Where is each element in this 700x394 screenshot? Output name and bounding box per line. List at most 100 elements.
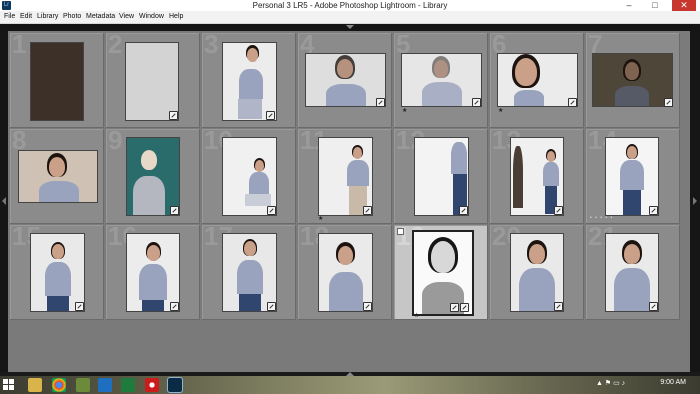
grid-cell[interactable]: 10	[202, 125, 296, 224]
expand-top-panel-icon[interactable]	[346, 25, 354, 29]
grid-cell[interactable]: 8	[10, 125, 104, 224]
left-panel-toggle[interactable]	[0, 31, 8, 372]
cell-index: 3	[204, 29, 219, 59]
menu-photo[interactable]: Photo	[63, 11, 81, 23]
grid-cell[interactable]: 3	[202, 29, 296, 128]
cell-index: 2	[108, 29, 123, 59]
photo-thumbnail[interactable]	[401, 53, 482, 107]
edit-badge-icon[interactable]	[363, 302, 372, 311]
windows-taskbar: ▲ ⚑ ▭ ♪ 9:00 AM	[0, 376, 700, 394]
grid-cell[interactable]: 12	[394, 125, 488, 224]
grid-cell[interactable]: 11 ★	[298, 125, 392, 224]
menu-view[interactable]: View	[119, 11, 134, 23]
grid-cell[interactable]: 14 • • • • •	[586, 125, 680, 224]
menu-help[interactable]: Help	[169, 11, 183, 23]
grid-cell[interactable]: 7	[586, 29, 680, 128]
grid-cell[interactable]: 21	[586, 221, 680, 320]
photo-thumbnail[interactable]	[30, 42, 84, 121]
edit-badge-icon[interactable]	[472, 98, 481, 107]
cell-index: 9	[108, 125, 123, 155]
app-icon[interactable]	[76, 378, 90, 392]
expand-left-panel-icon[interactable]	[2, 197, 6, 205]
photo-thumbnail[interactable]	[18, 150, 98, 203]
grid-cell[interactable]: 5 ★	[394, 29, 488, 128]
grid-cell[interactable]: 20	[490, 221, 584, 320]
library-grid: 1 2 3 4 5 ★ 6 ★ 7 8 9 10 11 ★ 12 13 14 •…	[8, 29, 690, 321]
photo-thumbnail[interactable]	[318, 137, 373, 216]
photo-thumbnail[interactable]	[497, 53, 578, 107]
minimize-button[interactable]: –	[617, 0, 641, 11]
grid-cell[interactable]: 18	[298, 221, 392, 320]
photo-thumbnail[interactable]	[305, 53, 386, 107]
photo-thumbnail[interactable]	[222, 42, 277, 121]
photo-thumbnail[interactable]	[592, 53, 673, 107]
lightroom-taskbar-icon[interactable]	[167, 377, 183, 393]
rating-star-icon[interactable]: ★	[414, 312, 419, 319]
edit-badge-icon[interactable]	[554, 302, 563, 311]
photo-thumbnail[interactable]	[510, 233, 564, 312]
grid-cell-selected[interactable]: 19 ★	[394, 221, 488, 320]
windows-start-icon[interactable]	[3, 379, 15, 391]
grid-cell[interactable]: 13	[490, 125, 584, 224]
grid-cell[interactable]: 17	[202, 221, 296, 320]
maximize-button[interactable]: □	[643, 0, 667, 11]
chrome-icon[interactable]	[52, 378, 66, 392]
edit-badge-icon[interactable]	[554, 206, 563, 215]
edit-badge-icon[interactable]	[266, 111, 275, 120]
photo-thumbnail[interactable]	[125, 42, 179, 121]
grid-empty-area	[8, 321, 690, 372]
edit-badge-icon[interactable]	[450, 303, 459, 312]
right-panel-toggle[interactable]	[690, 31, 700, 372]
menu-metadata[interactable]: Metadata	[86, 11, 115, 23]
grid-cell[interactable]: 16	[106, 221, 200, 320]
edit-badge-icon[interactable]	[267, 206, 276, 215]
edit-badge-icon[interactable]	[376, 98, 385, 107]
edit-badge-icon[interactable]	[459, 206, 468, 215]
edit-badge-icon[interactable]	[75, 302, 84, 311]
grid-cell[interactable]: 1	[10, 29, 104, 128]
rating-star-icon[interactable]: ★	[498, 107, 503, 114]
photo-thumbnail[interactable]	[414, 137, 469, 216]
cell-index: 1	[12, 29, 27, 59]
outlook-icon[interactable]	[98, 378, 112, 392]
grid-cell[interactable]: 4	[298, 29, 392, 128]
photo-thumbnail[interactable]	[126, 137, 180, 216]
photo-thumbnail[interactable]	[126, 233, 180, 312]
menu-library[interactable]: Library	[37, 11, 58, 23]
menu-window[interactable]: Window	[139, 11, 164, 23]
grid-cell[interactable]: 6 ★	[490, 29, 584, 128]
rating-star-icon[interactable]: ★	[402, 107, 407, 114]
window-title: Personal 3 LR5 - Adobe Photoshop Lightro…	[252, 1, 448, 10]
grid-cell[interactable]: 2	[106, 29, 200, 128]
selection-checkbox[interactable]	[397, 228, 404, 235]
expand-right-panel-icon[interactable]	[693, 197, 697, 205]
photo-thumbnail[interactable]	[30, 233, 85, 312]
opera-icon[interactable]	[145, 378, 159, 392]
edit-badge-icon[interactable]	[649, 302, 658, 311]
close-button[interactable]: ✕	[672, 0, 696, 11]
edit-badge-icon[interactable]	[664, 98, 673, 107]
tray-icons[interactable]: ▲ ⚑ ▭ ♪	[596, 379, 625, 387]
edit-badge-icon[interactable]	[649, 206, 658, 215]
photo-thumbnail[interactable]	[510, 137, 564, 216]
excel-icon[interactable]	[121, 378, 135, 392]
edit-badge-icon[interactable]	[568, 98, 577, 107]
menu-edit[interactable]: Edit	[20, 11, 32, 23]
photo-thumbnail[interactable]	[605, 137, 659, 216]
edit-badge-icon[interactable]	[363, 206, 372, 215]
grid-cell[interactable]: 15	[10, 221, 104, 320]
photo-thumbnail[interactable]	[318, 233, 373, 312]
edit-badge-icon[interactable]	[267, 302, 276, 311]
system-clock[interactable]: 9:00 AM	[660, 379, 686, 386]
photo-thumbnail[interactable]	[222, 137, 277, 216]
photo-thumbnail[interactable]	[222, 233, 277, 312]
file-explorer-icon[interactable]	[28, 378, 42, 392]
crop-badge-icon[interactable]	[460, 303, 469, 312]
menu-bar: File Edit Library Photo Metadata View Wi…	[0, 11, 700, 24]
menu-file[interactable]: File	[4, 11, 15, 23]
photo-thumbnail[interactable]	[605, 233, 659, 312]
edit-badge-icon[interactable]	[170, 302, 179, 311]
grid-cell[interactable]: 9	[106, 125, 200, 224]
edit-badge-icon[interactable]	[170, 206, 179, 215]
edit-badge-icon[interactable]	[169, 111, 178, 120]
